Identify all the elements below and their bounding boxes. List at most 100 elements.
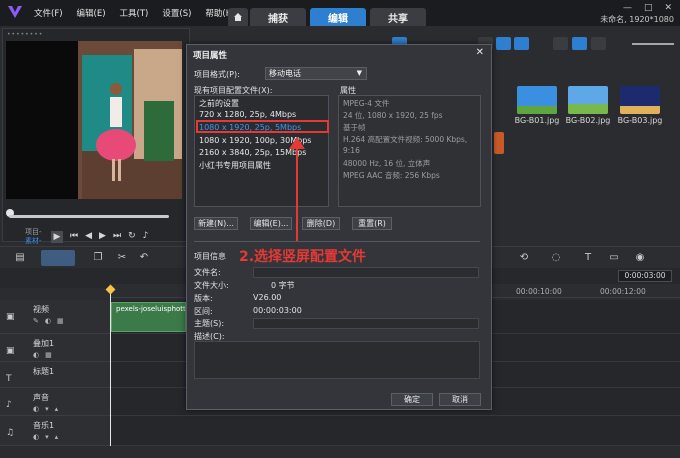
format-select[interactable]: 移动电话 ▼ [265, 67, 367, 80]
thumbnail-label: BG-B03.jpg [617, 116, 663, 125]
start-icon[interactable]: ⏮ [70, 231, 78, 243]
track-lane-music[interactable] [110, 416, 680, 446]
timeline-view-button[interactable] [41, 250, 75, 266]
library-audio-filter[interactable] [514, 37, 529, 50]
cancel-button[interactable]: 取消 [439, 393, 481, 406]
video-track-icon: ▣ [6, 312, 15, 322]
home-button[interactable] [228, 8, 248, 26]
track-header-video[interactable]: ▣ 视频 ✎◐▦ [0, 300, 110, 334]
volume-icon[interactable]: ♪ [143, 231, 149, 243]
track-controls[interactable]: ◐▾▴ [33, 405, 64, 413]
tab-share[interactable]: 共享 [370, 8, 426, 26]
dialog-title: 项目属性 [193, 51, 228, 61]
maximize-icon[interactable]: □ [644, 3, 653, 13]
divider [194, 241, 480, 242]
clip-mode-label[interactable]: 素材- [25, 237, 42, 246]
filename-field [253, 267, 479, 278]
property-line: H.264 高配置文件视频: 5000 Kbps, [343, 135, 468, 144]
menu-file[interactable]: 文件(F) [34, 7, 63, 19]
panel-grip-icon[interactable]: •••••••• [7, 31, 43, 38]
info-title: 项目信息 [194, 252, 226, 261]
thumbnail-size-slider[interactable] [632, 43, 674, 45]
snapshot-icon[interactable]: ◉ [634, 252, 646, 264]
profile-item[interactable]: 小红书专用项目属性 [199, 160, 271, 171]
track-controls[interactable]: ◐▦ [33, 351, 58, 359]
property-line: MPEG AAC 音频: 256 Kbps [343, 171, 440, 180]
project-properties-dialog: 项目属性 ✕ 项目格式(P): 移动电话 ▼ 现有项目配置文件(X): 属性 之… [186, 44, 492, 410]
property-line: 基于帧 [343, 123, 366, 132]
menu-edit[interactable]: 编辑(E) [77, 7, 106, 19]
reset-profile-button[interactable]: 重置(R) [352, 217, 392, 230]
property-line: MPEG-4 文件 [343, 99, 390, 108]
thumbnail-label: BG-B02.jpg [565, 116, 611, 125]
filename-label: 文件名: [194, 268, 221, 277]
close-icon[interactable]: ✕ [664, 3, 672, 13]
subtitle-icon[interactable]: ▭ [608, 252, 620, 264]
profile-item[interactable]: 720 x 1280, 25p, 4Mbps [199, 110, 296, 119]
subject-label: 主题(S): [194, 319, 225, 328]
preview-frame-image [6, 41, 182, 199]
track-controls[interactable]: ◐▾▴ [33, 433, 64, 441]
home-icon [234, 13, 242, 21]
annotation-arrow-icon [289, 137, 305, 241]
music-track-icon: ♫ [6, 428, 15, 438]
track-header-music[interactable]: ♫ 音乐1 ◐▾▴ [0, 416, 110, 446]
thumbnail-label: BG-B01.jpg [514, 116, 560, 125]
copy-icon[interactable]: ❐ [92, 252, 104, 264]
profile-item[interactable]: 之前的设置 [199, 98, 239, 109]
menu-tools[interactable]: 工具(T) [120, 7, 149, 19]
storyboard-view-icon[interactable]: ▤ [14, 252, 26, 264]
end-icon[interactable]: ⏭ [113, 231, 121, 243]
app-logo-icon [8, 6, 22, 18]
ruler-label: 00:00:10:00 [516, 287, 562, 296]
filesize-value: 0 字节 [271, 281, 295, 290]
library-list-view[interactable] [591, 37, 606, 50]
window-controls: — □ ✕ [623, 3, 672, 13]
track-controls[interactable]: ✎◐▦ [33, 317, 70, 325]
undo-icon[interactable]: ↶ [138, 252, 150, 264]
play-mode-labels: 项目- 素材- [25, 228, 42, 246]
library-image-filter[interactable] [496, 37, 511, 50]
track-header-voice[interactable]: ♪ 声音 ◐▾▴ [0, 388, 110, 416]
landscape-night-icon[interactable] [620, 86, 660, 114]
track-header-overlay[interactable]: ▣ 叠加1 ◐▦ [0, 334, 110, 362]
project-mode-label[interactable]: 项目- [25, 228, 42, 237]
menu-settings[interactable]: 设置(S) [162, 7, 191, 19]
tools-icon[interactable]: ✂ [116, 252, 128, 264]
landscape-field-icon[interactable] [568, 86, 608, 114]
format-value: 移动电话 [269, 69, 301, 78]
prev-frame-icon[interactable]: ◀ [85, 231, 92, 243]
project-resolution: 未命名, 1920*1080 [600, 15, 674, 24]
tab-capture[interactable]: 捕获 [250, 8, 306, 26]
subject-field[interactable] [253, 318, 479, 329]
annotation-highlight-box [196, 120, 329, 133]
tab-edit[interactable]: 编辑 [310, 8, 366, 26]
annotation-text: 2.选择竖屏配置文件 [239, 249, 367, 265]
library-grid-view[interactable] [572, 37, 587, 50]
ok-button[interactable]: 确定 [391, 393, 433, 406]
video-editor-window: 文件(F) 编辑(E) 工具(T) 设置(S) 帮助(H) 捕获 编辑 共享 —… [0, 0, 680, 458]
clip-label: pexels-joseluisphotto [116, 305, 186, 313]
minimize-icon[interactable]: — [623, 3, 632, 13]
close-icon[interactable]: ✕ [476, 47, 484, 58]
title-icon[interactable]: T [582, 252, 594, 264]
motion-track-icon[interactable]: ⟲ [518, 252, 530, 264]
play-icon[interactable]: ▶ [51, 231, 63, 243]
track-header-title[interactable]: T 标题1 [0, 362, 110, 388]
duration-value: 00:00:03:00 [253, 306, 302, 315]
mask-icon[interactable]: ◌ [550, 252, 562, 264]
next-frame-icon[interactable]: ▶ [99, 231, 106, 243]
timeline-timecode[interactable]: 0:00:03:00 [618, 270, 672, 282]
scrub-bar[interactable] [9, 215, 169, 218]
ruler-label: 00:00:12:00 [600, 287, 646, 296]
description-field[interactable] [194, 341, 480, 379]
track-name: 声音 [33, 393, 49, 402]
repeat-icon[interactable]: ↻ [128, 231, 136, 243]
library-thumb-view[interactable] [553, 37, 568, 50]
properties-panel: MPEG-4 文件 24 位, 1080 x 1920, 25 fps 基于帧 … [338, 95, 481, 207]
playhead[interactable] [110, 286, 111, 446]
new-profile-button[interactable]: 新建(N)... [194, 217, 238, 230]
partial-thumbnail[interactable] [494, 132, 504, 154]
landscape-sky-icon[interactable] [517, 86, 557, 114]
video-clip[interactable]: pexels-joseluisphotto [111, 302, 186, 332]
